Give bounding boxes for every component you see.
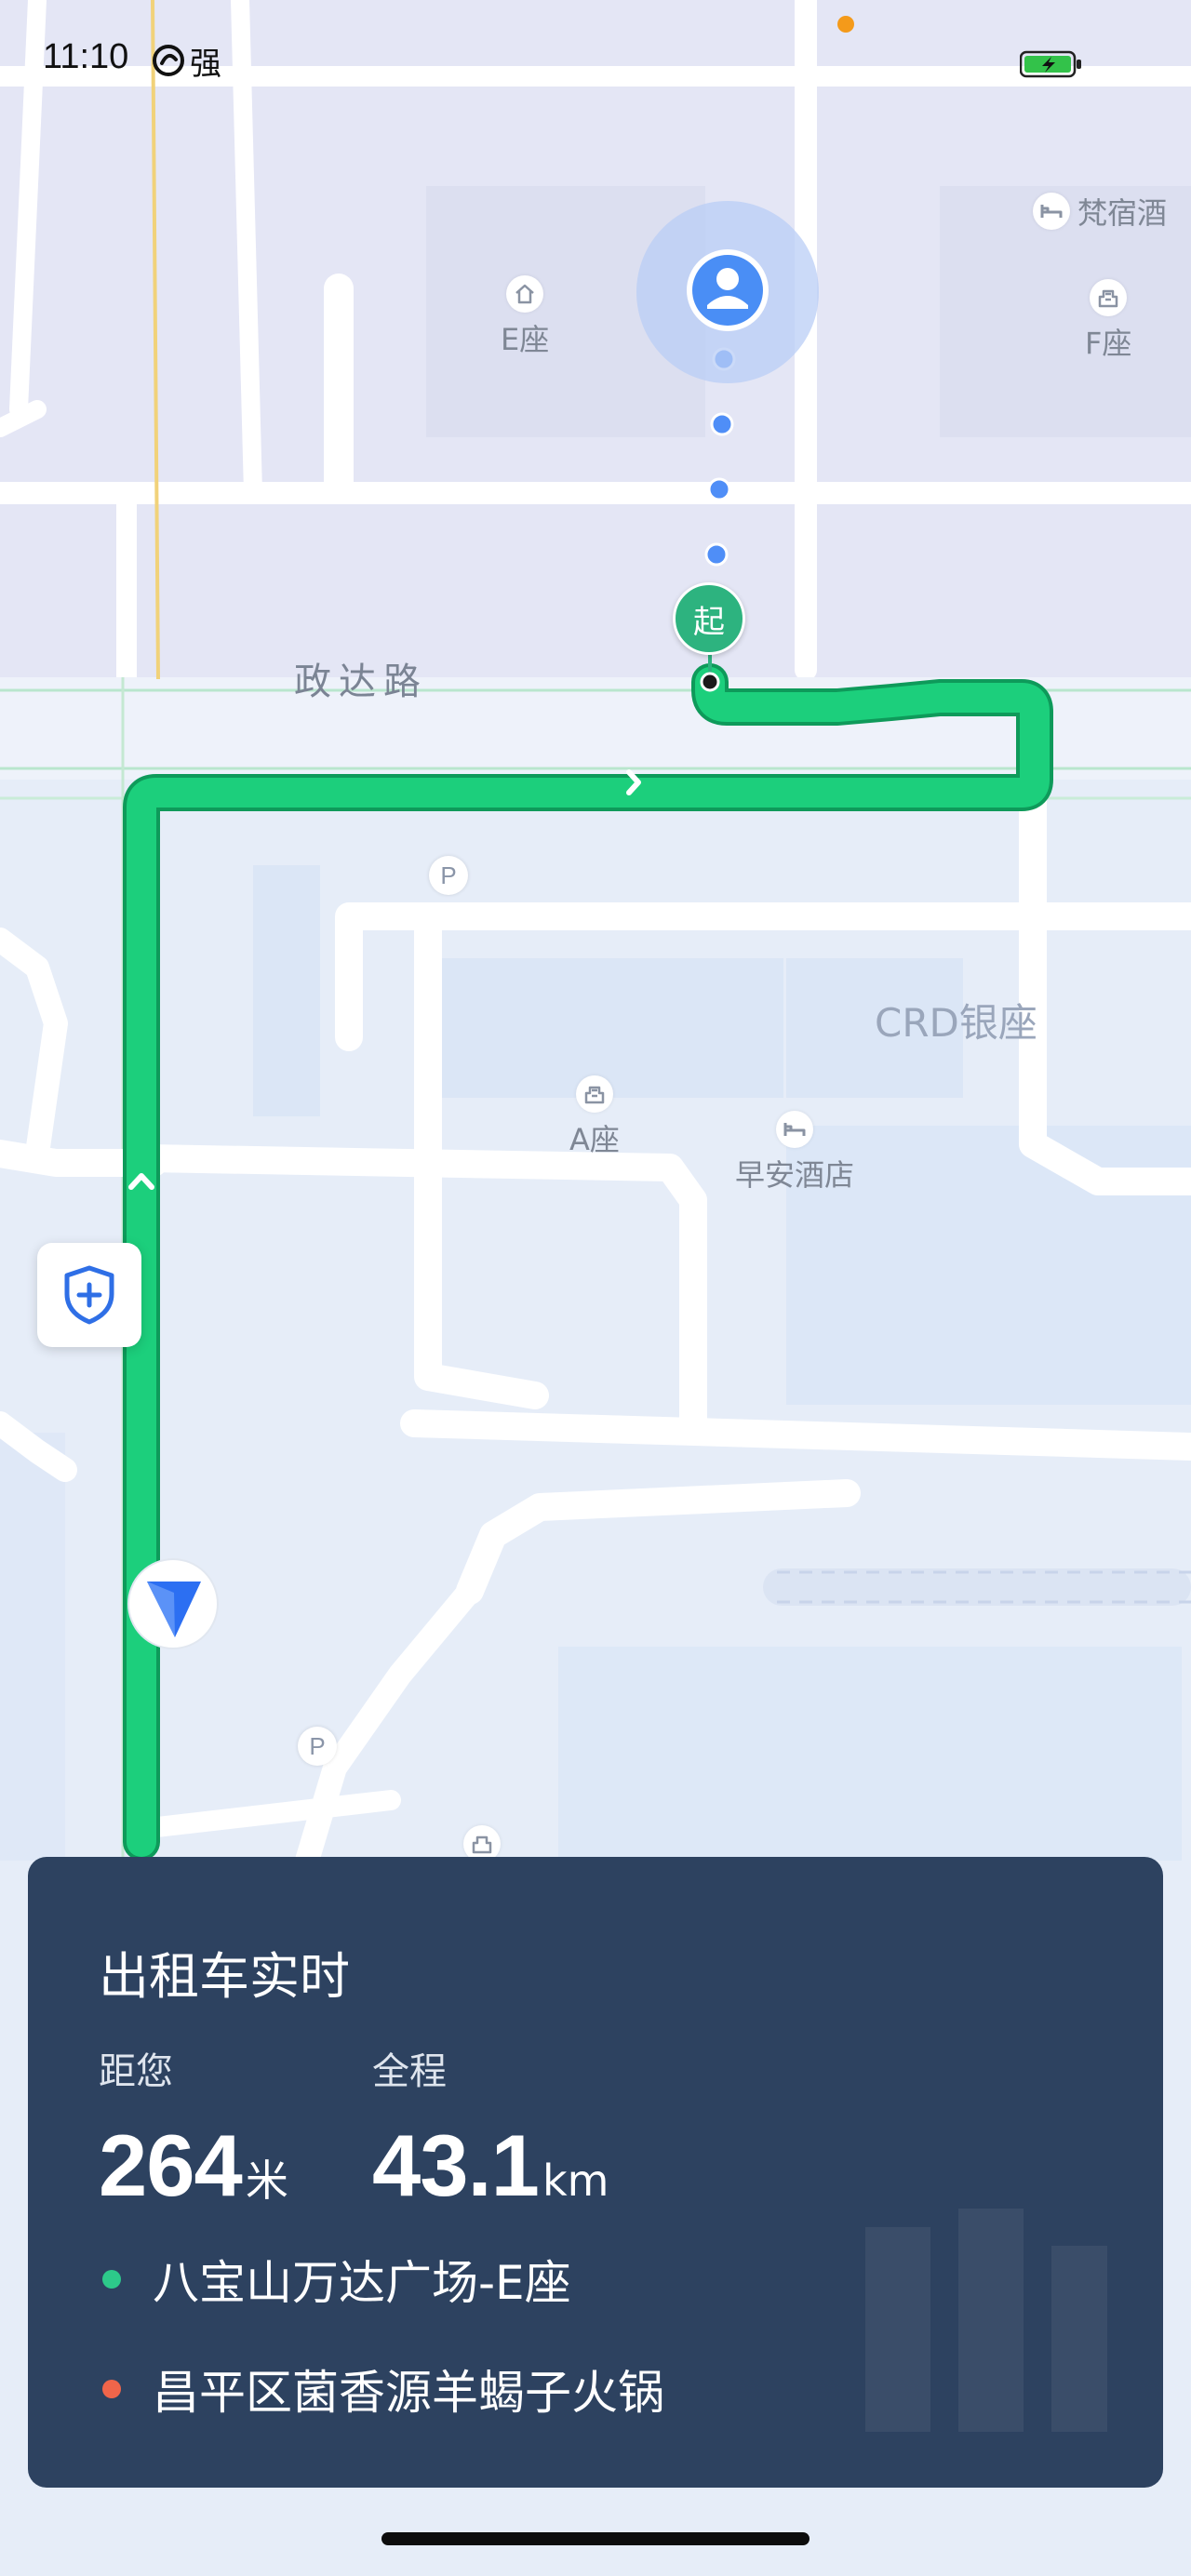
building-block (253, 865, 320, 1116)
origin-dot-icon (102, 2270, 121, 2289)
parking-icon[interactable]: P (298, 1727, 337, 1766)
signal-swirl-icon (153, 45, 184, 76)
taxi-location-marker[interactable] (127, 1558, 219, 1649)
total-value: 43.1 (372, 2116, 540, 2214)
poi-label: E座 (501, 322, 550, 357)
total-label: 全程 (372, 2050, 447, 2093)
start-pin[interactable]: 起 (673, 582, 747, 685)
card-watermark-graphic (865, 2209, 1107, 2432)
battery-charging-icon (1020, 50, 1081, 78)
hotel-bed-icon (776, 1111, 813, 1148)
poi-hotel-zaoan[interactable]: 早安酒店 (735, 1111, 854, 1195)
poi-hotel-fansu[interactable]: 梵宿酒 (1033, 190, 1167, 233)
start-pin-label: 起 (673, 582, 745, 655)
card-title: 出租车实时 (99, 1947, 350, 2006)
user-location-marker[interactable] (636, 201, 819, 383)
poi-label: 梵宿酒 (1077, 195, 1168, 231)
status-bar: 11:10 强 (0, 0, 1191, 130)
poi-label: F座 (1085, 326, 1132, 361)
carrier-indicator: 强 (151, 39, 221, 83)
carrier-label: 强 (190, 45, 221, 83)
distance-unit: 米 (245, 2156, 288, 2206)
building-home-icon (506, 275, 544, 313)
total-unit: km (542, 2156, 609, 2206)
office-building-icon (1090, 279, 1128, 316)
shield-plus-icon (64, 1265, 114, 1325)
building-block (837, 1647, 1182, 1861)
taxi-info-card[interactable]: 出租车实时 距您 264 米 全程 43.1 km 八宝山万达广场-E座 昌平区… (28, 1857, 1163, 2488)
distance-label: 距您 (99, 2050, 173, 2093)
home-indicator[interactable] (381, 2532, 810, 2545)
poi-label: 早安酒店 (735, 1157, 855, 1193)
status-time: 11:10 (43, 37, 129, 76)
safety-shield-button[interactable] (37, 1243, 141, 1347)
poi-f-building[interactable]: F座 (1085, 279, 1131, 363)
destination-dot-icon (102, 2380, 121, 2398)
road-label: 政达路 (294, 661, 428, 703)
building-block (558, 1647, 837, 1861)
hotel-bed-icon (1033, 193, 1070, 230)
destination-text: 昌平区菌香源羊蝎子火锅 (153, 2366, 664, 2420)
poi-a-building[interactable]: A座 (569, 1075, 620, 1159)
distance-value: 264 (99, 2116, 243, 2214)
destination-row: 昌平区菌香源羊蝎子火锅 (102, 2356, 664, 2423)
office-building-icon (575, 1075, 613, 1113)
total-stat: 全程 43.1 km (372, 2041, 609, 2216)
poi-e-building[interactable]: E座 (501, 275, 549, 359)
origin-row: 八宝山万达广场-E座 (102, 2246, 571, 2313)
building-block (0, 1433, 65, 1861)
origin-text: 八宝山万达广场-E座 (153, 2256, 571, 2310)
dashed-road (763, 1568, 1191, 1606)
parking-icon[interactable]: P (429, 856, 468, 895)
poi-label: A座 (569, 1122, 620, 1157)
distance-stat: 距您 264 米 (99, 2041, 288, 2216)
district-label: CRD银座 (875, 1000, 1037, 1046)
